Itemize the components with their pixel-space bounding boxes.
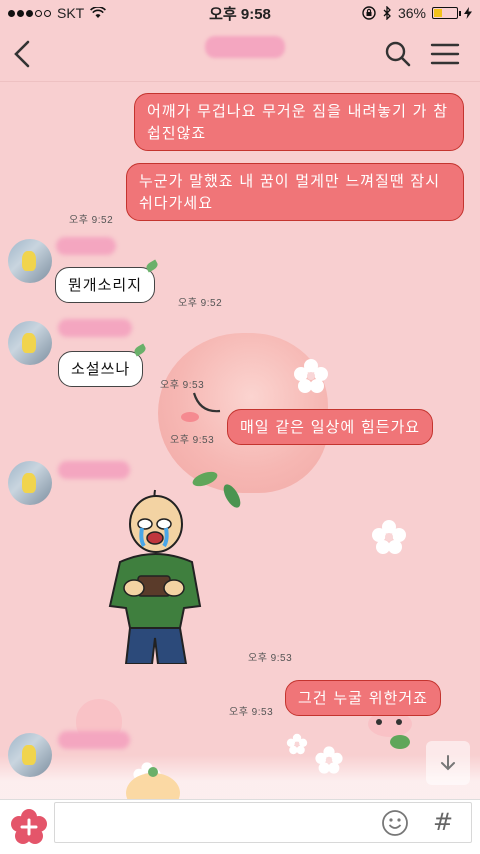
smiley-icon[interactable] — [381, 809, 409, 837]
message-input-bar: # — [0, 799, 480, 854]
flower-decoration — [372, 520, 406, 554]
bluetooth-icon — [383, 6, 391, 20]
sender-name-redacted — [58, 461, 130, 479]
flower-decoration — [294, 359, 328, 393]
scroll-to-bottom-button[interactable] — [426, 741, 470, 785]
carrier-label: SKT — [57, 5, 85, 21]
message-bubble-incoming[interactable]: 소설쓰나 — [58, 343, 148, 387]
sender-name-redacted — [58, 731, 130, 749]
battery-percent: 36% — [397, 5, 426, 21]
wifi-icon — [90, 7, 107, 18]
flower-decoration — [286, 733, 308, 755]
search-icon[interactable] — [384, 40, 412, 68]
status-clock: 오후 9:58 — [209, 5, 271, 23]
message-bubble-outgoing[interactable]: 누군가 말했죠 내 꿈이 멀게만 느껴질땐 잠시 쉬다가세요 — [126, 163, 464, 221]
message-text: 소설쓰나 — [71, 360, 131, 378]
avatar[interactable] — [8, 239, 52, 283]
leaf-icon — [133, 343, 148, 357]
signal-strength-icon — [8, 9, 51, 17]
message-text: 누군가 말했죠 내 꿈이 멀게만 느껴질땐 잠시 쉬다가세요 — [139, 172, 441, 212]
message-timestamp: 오후 9:53 — [160, 380, 205, 391]
message-bubble-incoming[interactable]: 뭔개소리지 — [55, 259, 160, 303]
hamburger-icon[interactable] — [430, 42, 460, 66]
chat-title-redacted — [205, 36, 285, 58]
leaf-icon — [144, 259, 160, 273]
crying-man-sticker[interactable] — [100, 488, 210, 664]
message-timestamp: 오후 9:53 — [170, 435, 215, 446]
battery-icon — [432, 7, 461, 19]
sender-name-redacted — [56, 237, 116, 255]
avatar[interactable] — [8, 461, 52, 505]
back-button[interactable] — [10, 38, 38, 70]
avatar[interactable] — [8, 733, 52, 777]
message-input[interactable] — [54, 802, 472, 843]
message-text: 어깨가 무겁나요 무거운 짐을 내려놓기 가 참 쉽진않죠 — [147, 102, 449, 142]
chat-header — [0, 26, 480, 82]
message-bubble-outgoing[interactable]: 매일 같은 일상에 힘든가요 — [227, 409, 434, 445]
message-text: 뭔개소리지 — [68, 276, 143, 294]
message-timestamp: 오후 9:52 — [178, 298, 223, 309]
message-timestamp: 오후 9:53 — [248, 653, 293, 664]
message-timestamp: 오후 9:53 — [229, 707, 274, 718]
message-timestamp: 오후 9:52 — [69, 215, 114, 226]
chat-area[interactable]: 어깨가 무겁나요 무거운 짐을 내려놓기 가 참 쉽진않죠 누군가 말했죠 내 … — [0, 83, 480, 799]
avatar[interactable] — [8, 321, 52, 365]
plus-flower-icon[interactable] — [10, 808, 48, 846]
sender-name-redacted — [58, 319, 132, 337]
charging-icon — [464, 7, 472, 19]
message-bubble-outgoing[interactable]: 그건 누굴 위한거죠 — [285, 680, 441, 716]
leaf-decoration — [390, 735, 410, 749]
message-text: 그건 누굴 위한거죠 — [298, 689, 428, 707]
message-bubble-outgoing[interactable]: 어깨가 무겁나요 무거운 짐을 내려놓기 가 참 쉽진않죠 — [134, 93, 464, 151]
hashtag-search-button[interactable]: # — [430, 805, 456, 839]
rotation-lock-icon — [362, 6, 376, 20]
cloud-decoration — [0, 755, 480, 799]
arrow-down-icon — [441, 755, 455, 771]
status-bar: SKT 오후 9:58 36% — [0, 0, 480, 26]
message-text: 매일 같은 일상에 힘든가요 — [240, 418, 421, 436]
